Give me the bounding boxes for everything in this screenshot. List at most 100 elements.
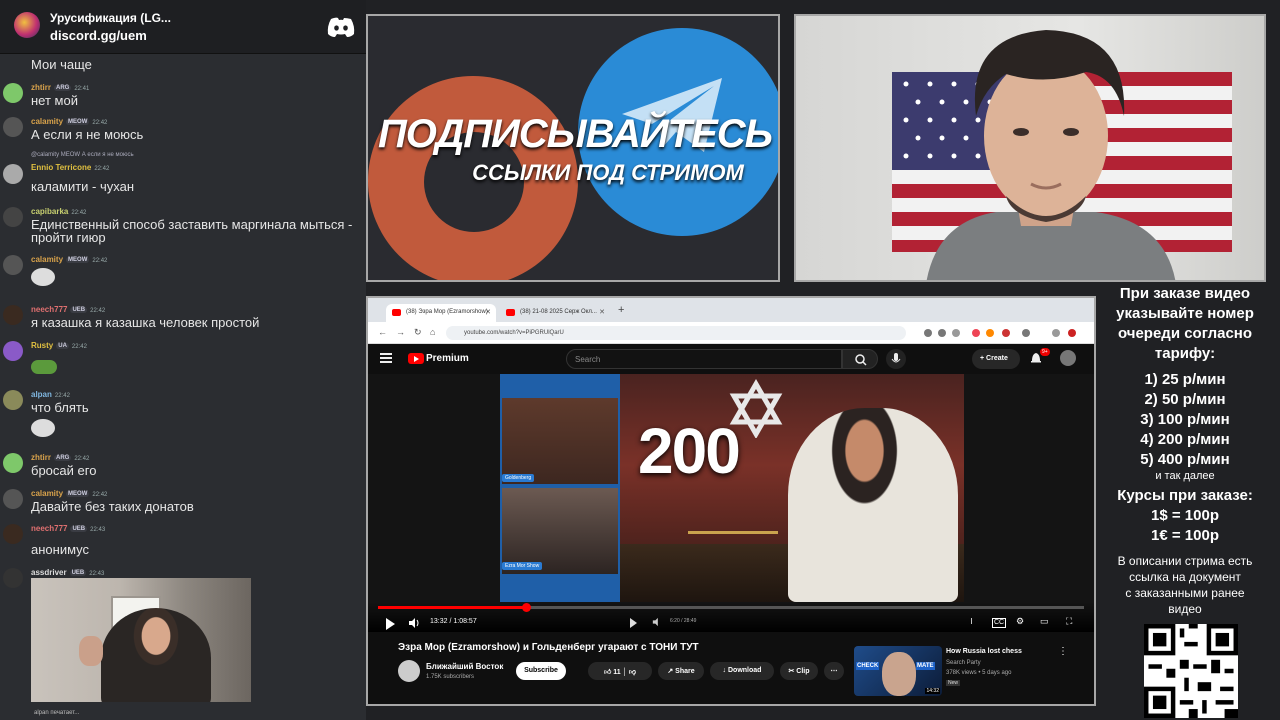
forward-icon[interactable]: → <box>396 327 405 337</box>
stream-layout: Урусификация (LG... discord.gg/uem Мои ч… <box>0 0 1280 720</box>
username[interactable]: calamity <box>31 255 63 264</box>
zoom-icon[interactable] <box>938 329 946 337</box>
thumbnail-text: MATE <box>916 662 935 670</box>
message-username[interactable]: zhtirr ARG 22:42 <box>31 453 89 462</box>
message-username[interactable]: neech777 UEB 22:42 <box>31 305 105 314</box>
channel-name[interactable]: Ближайший Восток <box>426 662 503 671</box>
username[interactable]: neech777 <box>31 524 67 533</box>
username[interactable]: calamity <box>31 489 63 498</box>
message-username[interactable]: calamity MEOW 22:42 <box>31 255 107 264</box>
bookmark-star-icon[interactable] <box>952 329 960 337</box>
download-button[interactable]: ↓ Download <box>710 662 774 680</box>
close-tab-icon[interactable]: ✕ <box>599 308 605 316</box>
username[interactable]: assdriver <box>31 568 67 577</box>
tariff-line: 4) 200 р/мин <box>1140 431 1230 448</box>
recommended-channel[interactable]: Search Party <box>946 660 981 666</box>
youtube-topbar: Premium Search + Create 9+ <box>368 344 1094 374</box>
message-username[interactable]: neech777 UEB 22:43 <box>31 524 105 533</box>
message-text: Мои чаще <box>31 57 92 72</box>
chat-video-embed[interactable] <box>31 578 251 702</box>
browser-tab[interactable]: (38) 21-08 2025 Серж Окл... ✕ <box>500 304 610 322</box>
message-username[interactable]: zhtirr ARG 22:41 <box>31 83 89 92</box>
message-username[interactable]: capibarka 22:42 <box>31 207 86 216</box>
subscribe-button[interactable]: Subscribe <box>516 662 566 680</box>
hamburger-menu-icon[interactable] <box>380 353 392 363</box>
username[interactable]: calamity <box>31 117 63 126</box>
username[interactable]: capibarka <box>31 207 68 216</box>
timestamp: 22:42 <box>92 492 108 498</box>
username[interactable]: Rusty <box>31 341 53 350</box>
settings-gear-icon[interactable]: ⚙ <box>1016 616 1024 629</box>
new-tab-icon[interactable]: + <box>618 304 624 316</box>
message-username[interactable]: calamity MEOW 22:42 <box>31 117 107 126</box>
browser-tab[interactable]: (38) Эзра Мор (Ezramorshow) ✕ <box>386 304 496 322</box>
username[interactable]: zhtirr <box>31 83 51 92</box>
progress-scrubber[interactable] <box>522 603 531 612</box>
url-field[interactable]: youtube.com/watch?v=PiPGRUlQarU <box>446 326 906 340</box>
avatar[interactable] <box>3 390 23 410</box>
avatar[interactable] <box>3 453 23 473</box>
username[interactable]: zhtirr <box>31 453 51 462</box>
avatar[interactable] <box>3 305 23 325</box>
create-button[interactable]: + Create <box>972 349 1020 369</box>
channel-avatar[interactable] <box>398 660 420 682</box>
cast-icon[interactable] <box>924 329 932 337</box>
more-options-icon[interactable]: ⋮ <box>1058 646 1068 657</box>
home-icon[interactable]: ⌂ <box>430 327 435 337</box>
extensions-puzzle-icon[interactable] <box>1022 329 1030 337</box>
qr-code-icon[interactable] <box>1144 624 1238 718</box>
timestamp: 22:43 <box>89 571 105 577</box>
close-tab-icon[interactable]: ✕ <box>485 308 491 316</box>
search-input[interactable]: Search <box>566 349 842 369</box>
fullscreen-icon[interactable]: ⛶ <box>1066 616 1072 629</box>
clip-button[interactable]: ✂ Clip <box>780 662 818 680</box>
avatar[interactable] <box>3 489 23 509</box>
avatar[interactable] <box>3 83 23 103</box>
extension-icon[interactable] <box>1002 329 1010 337</box>
autoplay-toggle-icon[interactable]: ⏽ <box>968 616 975 629</box>
share-button[interactable]: ↗ Share <box>658 662 704 680</box>
theater-mode-icon[interactable]: ▭ <box>1040 616 1049 629</box>
extension-icon[interactable] <box>986 329 994 337</box>
message-username[interactable]: calamity MEOW 22:42 <box>31 489 107 498</box>
back-icon[interactable]: ← <box>378 327 387 337</box>
avatar[interactable] <box>3 341 23 361</box>
message-username[interactable]: Ennio Terricone 22:42 <box>31 163 109 172</box>
recommended-title[interactable]: How Russia lost chess <box>946 648 1022 655</box>
avatar[interactable] <box>3 524 23 544</box>
username[interactable]: Ennio Terricone <box>31 163 91 172</box>
play-icon[interactable] <box>386 618 395 630</box>
username[interactable]: alpan <box>31 390 52 399</box>
message-username[interactable]: assdriver UEB 22:43 <box>31 568 104 577</box>
video-player[interactable]: Goldenberg Ezra Mor Show 200 13:32 / 1:0… <box>368 374 1094 632</box>
avatar[interactable] <box>3 207 23 227</box>
volume-icon[interactable] <box>408 617 420 629</box>
like-dislike-button[interactable]: 👍︎ 11 │ 👎︎ <box>588 662 652 680</box>
reload-icon[interactable]: ↻ <box>414 327 422 338</box>
username[interactable]: neech777 <box>31 305 67 314</box>
avatar[interactable] <box>3 568 23 588</box>
description-line: видео <box>1168 602 1202 616</box>
message-text: анонимус <box>31 542 90 557</box>
menu-icon[interactable] <box>1068 329 1076 337</box>
subtitles-icon[interactable]: CC <box>992 618 1007 628</box>
message-username[interactable]: Rusty UA 22:42 <box>31 341 87 350</box>
more-actions-button[interactable]: ⋯ <box>824 662 844 680</box>
youtube-logo-icon[interactable] <box>408 353 424 364</box>
message-username[interactable]: alpan 22:42 <box>31 390 70 399</box>
youtube-premium-label[interactable]: Premium <box>426 353 469 364</box>
role-badge: ARG <box>54 454 72 461</box>
avatar[interactable] <box>3 255 23 275</box>
timestamp: 22:42 <box>71 344 87 350</box>
voice-search-button[interactable] <box>886 349 906 369</box>
timestamp: 22:42 <box>71 210 87 216</box>
extension-icon[interactable] <box>972 329 980 337</box>
recommended-thumbnail[interactable]: CHECK MATE 14:32 <box>854 646 942 696</box>
search-button[interactable] <box>842 349 878 369</box>
reply-preview[interactable]: @calamity MEOW А если я не моюсь <box>31 152 134 158</box>
account-avatar[interactable] <box>1060 350 1076 366</box>
share-label: Share <box>675 668 695 675</box>
avatar[interactable] <box>3 117 23 137</box>
profile-icon[interactable] <box>1052 329 1060 337</box>
avatar[interactable] <box>3 164 23 184</box>
